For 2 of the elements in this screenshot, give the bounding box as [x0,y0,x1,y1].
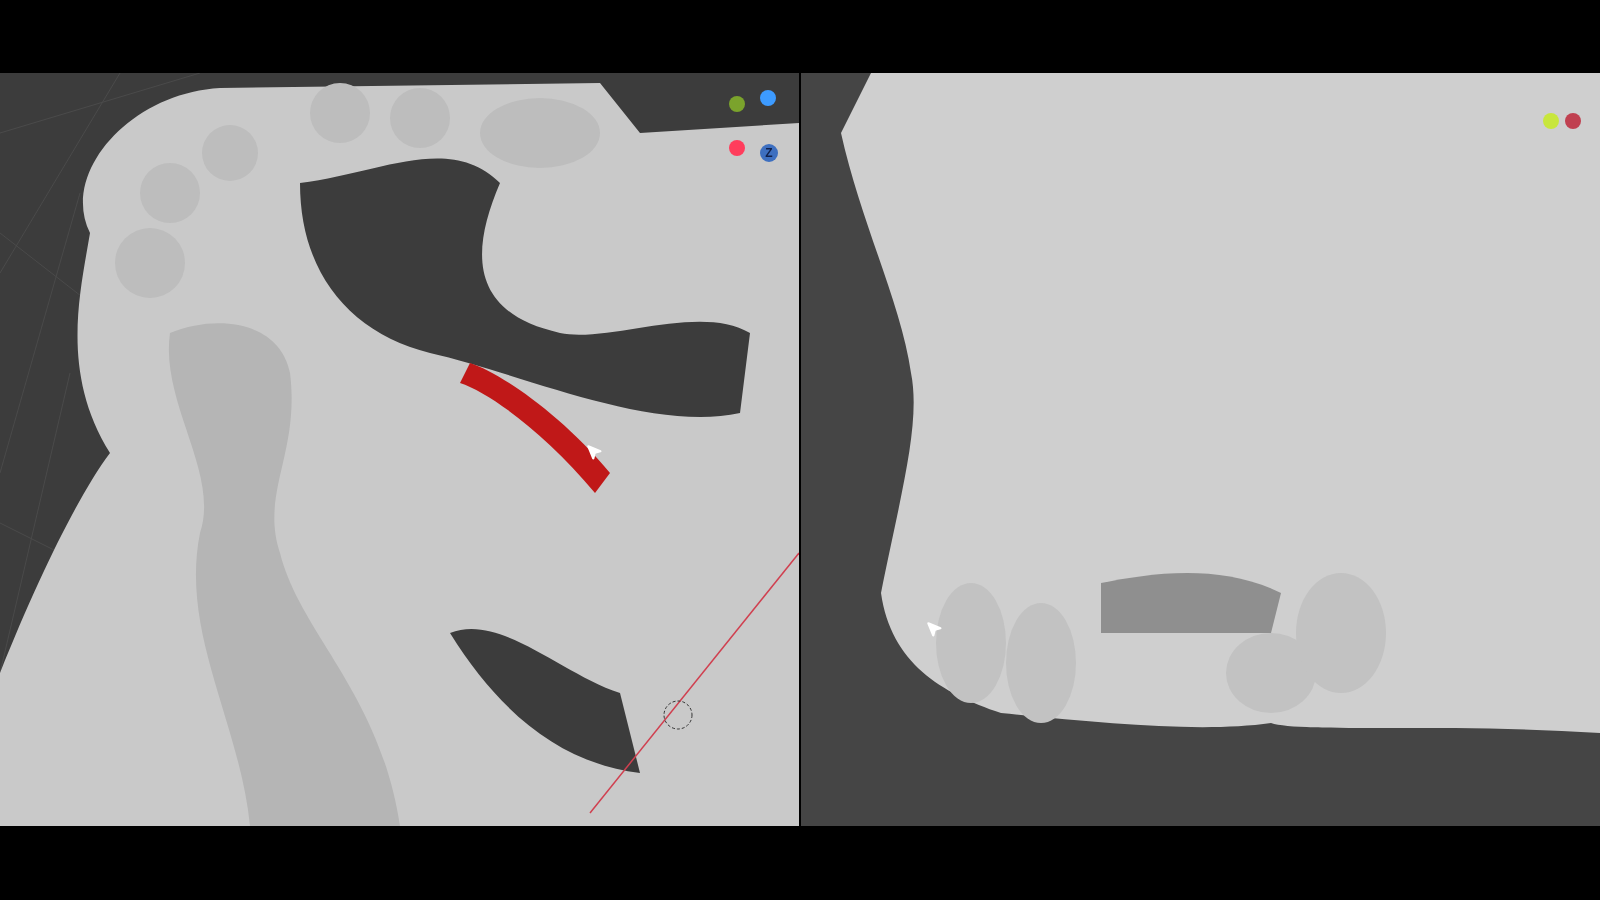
object-origin-icon [663,700,693,730]
axis-gizmo[interactable]: Z [725,88,799,178]
